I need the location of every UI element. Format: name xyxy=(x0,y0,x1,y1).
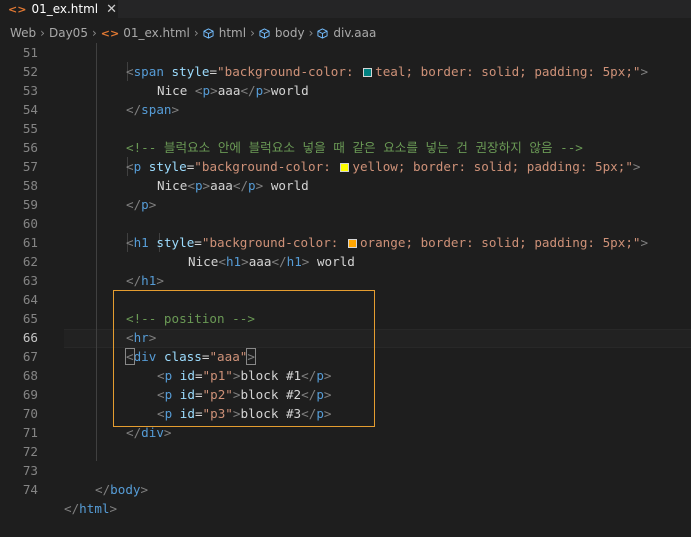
breadcrumb-item-body[interactable]: body xyxy=(275,26,305,40)
tab-bar: <> 01_ex.html ✕ xyxy=(0,0,691,18)
element-cube-icon xyxy=(203,27,214,39)
code-line: <p style="background-color: yellow; bord… xyxy=(126,159,641,174)
code-line: </body> xyxy=(95,482,149,497)
tag-name: div xyxy=(141,425,164,440)
code-line: </p> xyxy=(126,197,157,212)
html-file-icon: <> xyxy=(8,2,27,16)
breadcrumb: Web › Day05 › <> 01_ex.html › html › bod… xyxy=(0,22,691,44)
code-line: </html> xyxy=(64,501,118,516)
breadcrumb-item-file[interactable]: 01_ex.html xyxy=(123,26,190,40)
tag-name: span xyxy=(141,102,172,117)
breadcrumb-item-div-aaa[interactable]: div.aaa xyxy=(333,26,376,40)
code-line: </h1> xyxy=(126,273,164,288)
element-cube-icon xyxy=(317,27,328,39)
chevron-right-icon: › xyxy=(40,26,45,40)
tag-name: h1 xyxy=(141,273,157,288)
code-line: </span> xyxy=(126,102,180,117)
tag-name: html xyxy=(79,501,110,516)
chevron-right-icon: › xyxy=(193,26,199,40)
breadcrumb-item-html[interactable]: html xyxy=(219,26,246,40)
code-editor[interactable]: 51 52 53 54 55 56 57 58 59 60 61 62 63 6… xyxy=(0,43,691,516)
breadcrumb-item-web[interactable]: Web xyxy=(10,26,36,40)
chevron-right-icon: › xyxy=(250,26,255,40)
tab-label: 01_ex.html xyxy=(31,2,99,16)
chevron-right-icon: › xyxy=(308,26,314,40)
tab-01-ex-html[interactable]: <> 01_ex.html ✕ xyxy=(0,0,118,18)
html-file-icon: <> xyxy=(100,26,120,40)
highlighted-code-block xyxy=(113,290,375,427)
code-line: <span style="background-color: teal; bor… xyxy=(126,64,649,79)
code-line: Nice <p>aaa</p>world xyxy=(157,83,309,98)
chevron-right-icon: › xyxy=(91,26,97,40)
breadcrumb-item-day05[interactable]: Day05 xyxy=(49,26,88,40)
code-line: <!-- 블럭요소 안에 블럭요소 넣을 때 같은 요소를 넣는 건 권장하지 … xyxy=(0,119,691,155)
element-cube-icon xyxy=(259,27,270,39)
code-line: Nice<p>aaa</p> world xyxy=(157,178,309,193)
code-line: Nice<h1>aaa</h1> world xyxy=(188,254,355,269)
code-line: <h1 style="background-color: orange; bor… xyxy=(126,235,649,250)
close-icon[interactable]: ✕ xyxy=(106,2,117,17)
tag-name: p xyxy=(141,197,149,212)
